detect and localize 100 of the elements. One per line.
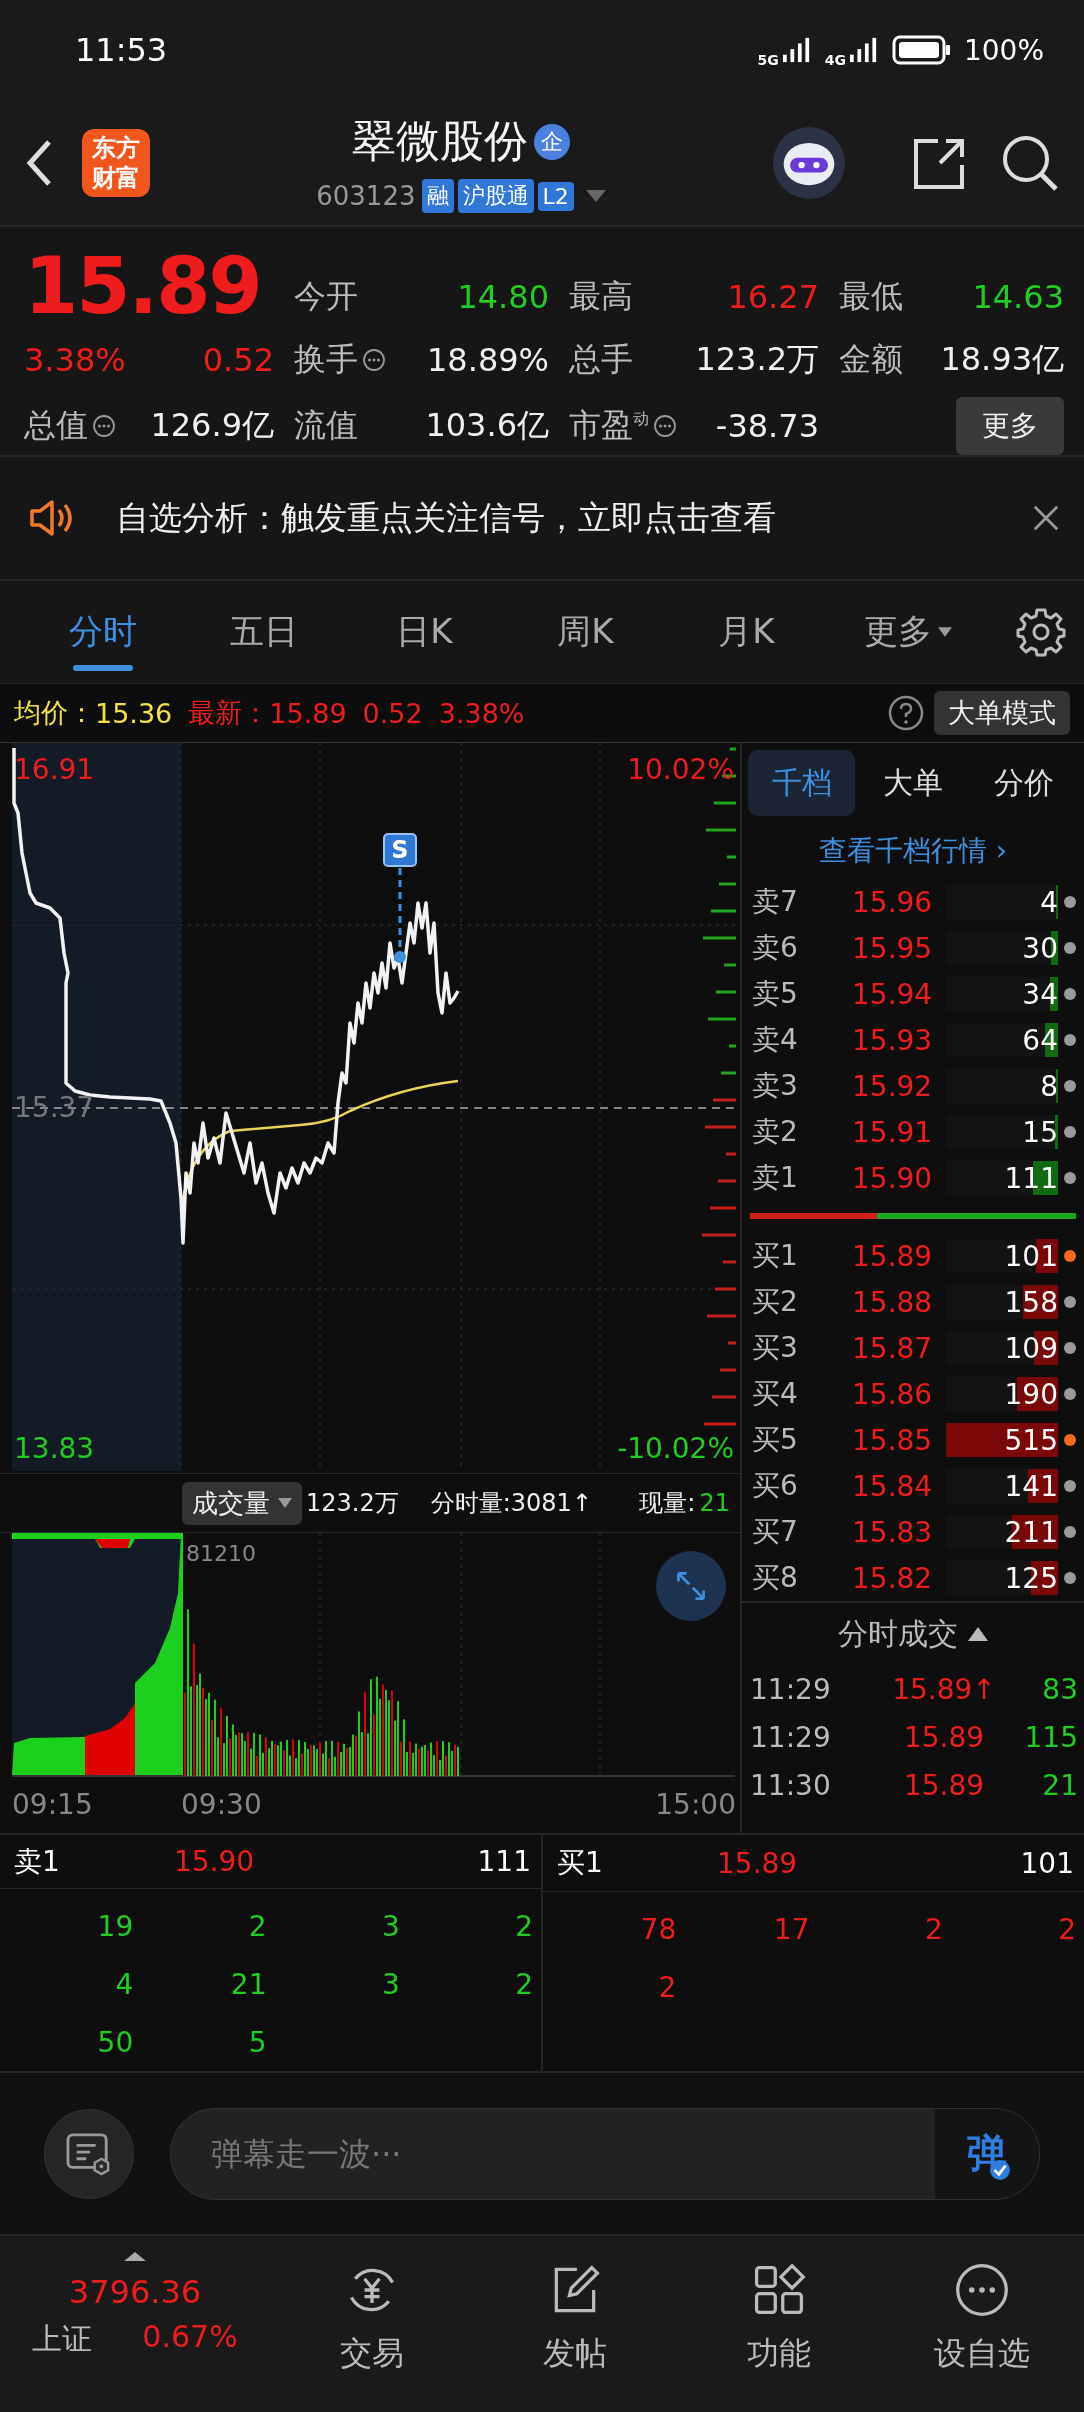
order-volume: 15 [1022,1115,1058,1149]
queue-volume: 4 [114,1967,134,2001]
signal-icon [782,37,811,63]
order-price: 15.89 [852,1239,934,1273]
order-volume: 515 [1004,1423,1058,1457]
order-price: 15.86 [852,1377,934,1411]
time-axis-label: 15:00 [655,1788,736,1821]
network-label: 5G [757,52,779,68]
stat-label: 最高 [569,276,633,317]
stat-value: 18.89% [427,341,549,379]
trade-volume: 83 [1041,1672,1078,1706]
index-name[interactable]: 上证 [32,2319,93,2360]
signal-icon [849,37,878,63]
order-level-label: 买1 [752,1238,799,1274]
order-price: 15.92 [852,1069,934,1103]
trades-title[interactable]: 分时成交 [838,1613,958,1655]
info-icon[interactable] [362,348,386,372]
queue-volume: 21 [229,1967,267,2001]
order-volume: 109 [1004,1331,1058,1365]
queue-volume: 2 [1057,1912,1076,1946]
current-volume: 21 [699,1489,730,1517]
caret-icon[interactable] [124,2252,146,2261]
queue-volume: 2 [247,1909,267,1943]
stat-label: 市盈$^{动}$ [569,405,649,446]
minute-volume: 分时量:3081↑ [430,1488,592,1519]
more-button[interactable]: 更多 [956,397,1064,455]
panel-tab[interactable]: 分价 [970,750,1078,816]
chart-tab[interactable]: 五日 [183,587,344,677]
order-volume: 111 [1004,1161,1058,1195]
panel-tab[interactable]: 大单 [859,750,967,816]
stat-value: 126.9亿 [150,405,274,446]
order-volume: 4 [1040,885,1058,919]
axis-label: 13.83 [14,1432,95,1465]
order-price: 15.82 [852,1561,934,1595]
panel-tab[interactable]: 千档 [748,750,856,816]
order-price: 15.88 [852,1285,934,1319]
nav-item[interactable]: 交易 [270,2252,474,2377]
chart-tab[interactable]: 日K [344,587,505,677]
order-level-label: 买2 [752,1284,799,1320]
order-volume: 190 [1004,1377,1058,1411]
order-book-link[interactable]: 查看千档行情 › [742,823,1084,879]
network-label: 4G [824,52,846,68]
large-order-mode-button[interactable]: 大单模式 [934,691,1070,735]
order-level-label: 卖4 [752,1022,799,1058]
queue-volume: 19 [96,1909,134,1943]
latest-price-label: 最新： [188,696,270,730]
axis-label: 15.37 [14,1091,95,1124]
chart-tab[interactable]: 周K [505,587,666,677]
axis-label: -10.02% [617,1432,734,1465]
queue-volume: 17 [772,1912,810,1946]
order-level-label: 买4 [752,1376,799,1412]
robot-icon[interactable] [772,125,846,200]
battery-level: 100% [963,33,1044,67]
stat-value: 18.93亿 [940,339,1064,380]
queue-volume: 2 [514,1967,533,2001]
order-volume: 8 [1040,1069,1058,1103]
average-price-label: 均价： [14,696,95,730]
total-volume: 123.2万 [306,1488,399,1519]
queue-volume: 50 [96,2025,134,2059]
collapse-icon[interactable] [968,1627,988,1641]
info-icon[interactable] [92,414,116,438]
chart-tab[interactable]: 分时 [22,587,183,677]
caret-icon [278,1498,292,1508]
battery-icon [891,35,952,65]
order-volume: 34 [1022,977,1058,1011]
order-price: 15.85 [852,1423,934,1457]
queue-volume: 78 [639,1912,677,1946]
index-value[interactable]: 3796.36 [68,2273,202,2311]
nav-item[interactable]: 设自选 [880,2252,1084,2377]
sell-signal-marker[interactable]: S [383,833,417,867]
help-icon[interactable] [888,695,924,731]
stat-value: 14.63 [972,278,1064,316]
info-icon[interactable] [653,414,677,438]
nav-item[interactable]: 发帖 [473,2252,677,2377]
close-icon[interactable] [1032,504,1060,532]
average-price: 15.36 [95,697,173,729]
trade-time: 11:30 [750,1768,832,1802]
order-level-label: 买6 [752,1468,799,1504]
axis-label: 16.91 [14,753,95,786]
index-change[interactable]: 0.67% [142,2319,238,2360]
trade-volume: 115 [1023,1720,1078,1754]
order-level-label: 买5 [752,1422,799,1458]
nav-item[interactable]: 功能 [677,2252,881,2377]
stock-tag: 沪股通 [457,179,534,213]
chart-tab[interactable]: 月K [666,587,827,677]
more-icon [954,2262,1011,2318]
queue-volume: 3 [380,1967,400,2001]
indicator-dropdown[interactable]: 成交量 [182,1481,302,1525]
peak-volume-label: 81210 [186,1541,256,1566]
settings-icon[interactable] [1016,607,1066,657]
chart-tab[interactable]: 更多 [827,587,988,677]
enterprise-badge: 企 [534,123,570,160]
stat-value: 14.80 [457,278,549,316]
queue-volume: 2 [923,1912,943,1946]
stat-value: 103.6亿 [425,405,549,446]
time-axis-label: 09:30 [181,1788,262,1821]
order-price: 15.91 [852,1115,934,1149]
stock-tag: 融 [421,179,454,213]
order-volume: 64 [1022,1023,1058,1057]
order-level-label: 卖5 [752,976,799,1012]
